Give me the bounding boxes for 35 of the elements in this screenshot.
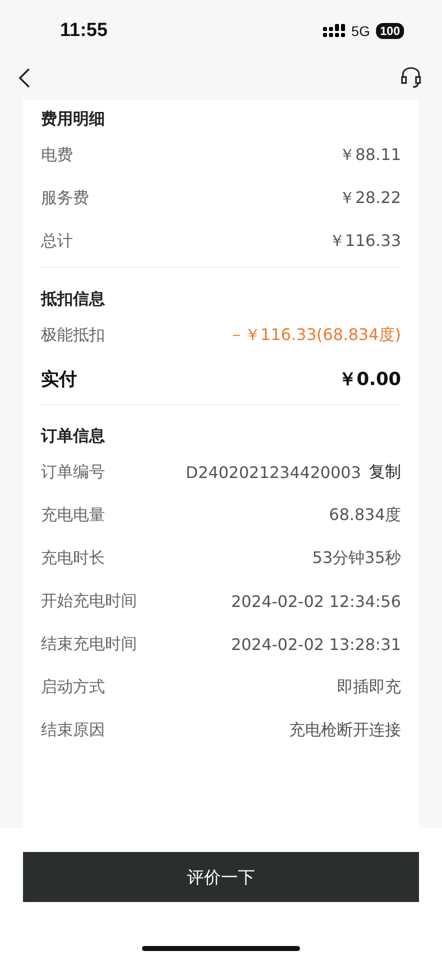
row-value: ￥0.00 (338, 368, 401, 390)
signal-icon (323, 24, 346, 38)
row-label: 电费 (41, 145, 73, 166)
section-title: 订单信息 (41, 426, 105, 446)
row-value: 2024-02-02 12:34:56 (231, 592, 401, 611)
row-label: 开始充电时间 (41, 591, 137, 612)
row-value: ￥28.22 (339, 188, 401, 209)
row-value: D2402021234420003 (186, 463, 361, 482)
review-button[interactable]: 评价一下 (23, 852, 419, 902)
section-title: 抵扣信息 (41, 288, 105, 310)
battery-level: 100 (376, 23, 404, 39)
row-label: 服务费 (41, 188, 89, 209)
copy-link[interactable]: 复制 (369, 462, 401, 483)
row-label: 极能抵扣 (41, 325, 105, 346)
status-time: 11:55 (60, 20, 108, 42)
network-label: 5G (351, 23, 370, 39)
back-icon[interactable] (18, 68, 30, 88)
row-value: 2024-02-02 13:28:31 (231, 635, 401, 654)
row-value: －￥116.33(68.834度) (228, 325, 401, 346)
section-title: 费用明细 (41, 108, 105, 130)
row-value: 53分钟35秒 (312, 548, 401, 569)
row-value: 充电枪断开连接 (289, 720, 401, 741)
row-label: 结束原因 (41, 720, 105, 741)
row-label: 充电电量 (41, 505, 105, 526)
row-label: 充电时长 (41, 548, 105, 569)
row-label: 总计 (41, 231, 73, 252)
row-value: ￥116.33 (329, 231, 401, 252)
headset-icon[interactable] (400, 67, 422, 89)
row-value: 即插即充 (337, 677, 401, 698)
row-label: 启动方式 (41, 677, 105, 698)
row-value: 68.834度 (329, 505, 401, 526)
row-label: 结束充电时间 (41, 634, 137, 655)
row-value: ￥88.11 (339, 145, 401, 166)
row-label: 实付 (41, 368, 77, 390)
row-label: 订单编号 (41, 462, 105, 483)
